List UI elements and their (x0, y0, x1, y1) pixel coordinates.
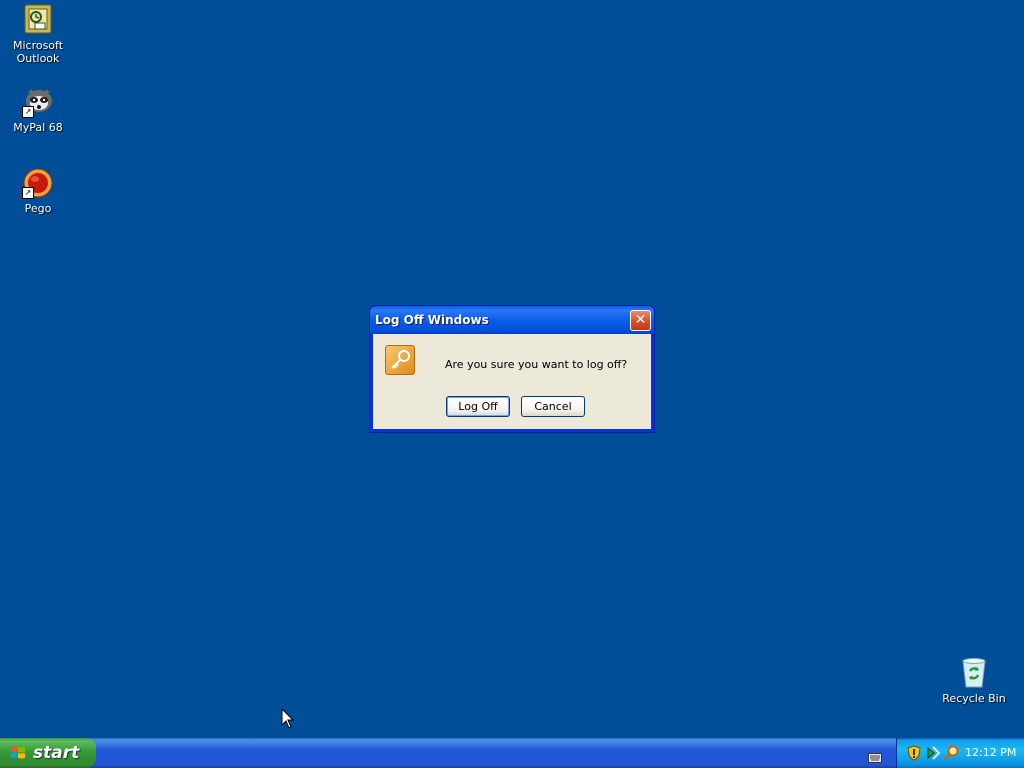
key-icon (385, 345, 415, 375)
desktop-icon-label: Microsoft (12, 39, 64, 52)
desktop[interactable]: Microsoft Outlook ↗ MyPal 68 ↗ Pego Recy… (0, 0, 1024, 738)
cancel-button[interactable]: Cancel (521, 396, 585, 417)
dialog-body: Are you sure you want to log off? Log Of… (373, 334, 651, 429)
desktop-icon-mypal-68[interactable]: ↗ MyPal 68 (0, 86, 76, 134)
recycle-bin-icon (958, 657, 990, 689)
close-icon: ✕ (634, 312, 647, 328)
dialog-title: Log Off Windows (375, 313, 489, 327)
system-tray: 12:12 PM (896, 738, 1024, 768)
keyboard-icon[interactable] (868, 748, 882, 763)
desktop-icon-label: Recycle Bin (942, 692, 1006, 705)
outlook-icon (22, 4, 54, 36)
desktop-icon-label: MyPal 68 (13, 121, 63, 134)
mouse-cursor-icon (281, 707, 295, 730)
dialog-message: Are you sure you want to log off? (445, 358, 628, 371)
log-off-dialog: Log Off Windows ✕ Are you sure you want … (369, 305, 655, 433)
security-shield-icon[interactable] (906, 745, 922, 761)
windows-logo-icon (10, 745, 26, 761)
desktop-icon-pego[interactable]: ↗ Pego (0, 167, 76, 215)
dialog-titlebar[interactable]: Log Off Windows ✕ (370, 306, 654, 334)
network-icon[interactable] (925, 745, 941, 761)
taskbar: start 12:12 PM (0, 738, 1024, 768)
desktop-icon-microsoft-outlook[interactable]: Microsoft Outlook (0, 4, 76, 65)
start-button[interactable]: start (0, 738, 96, 768)
mypal-icon: ↗ (22, 86, 54, 118)
desktop-icon-label: Pego (24, 202, 52, 215)
desktop-icon-label: Outlook (16, 52, 60, 65)
shortcut-arrow-icon: ↗ (22, 106, 34, 118)
close-button[interactable]: ✕ (630, 310, 651, 331)
shortcut-arrow-icon: ↗ (22, 187, 34, 199)
pego-icon: ↗ (22, 167, 54, 199)
clock[interactable]: 12:12 PM (965, 746, 1016, 759)
log-off-button[interactable]: Log Off (446, 396, 510, 417)
desktop-icon-recycle-bin[interactable]: Recycle Bin (936, 657, 1012, 705)
start-label: start (33, 743, 80, 763)
search-icon[interactable] (943, 745, 960, 761)
